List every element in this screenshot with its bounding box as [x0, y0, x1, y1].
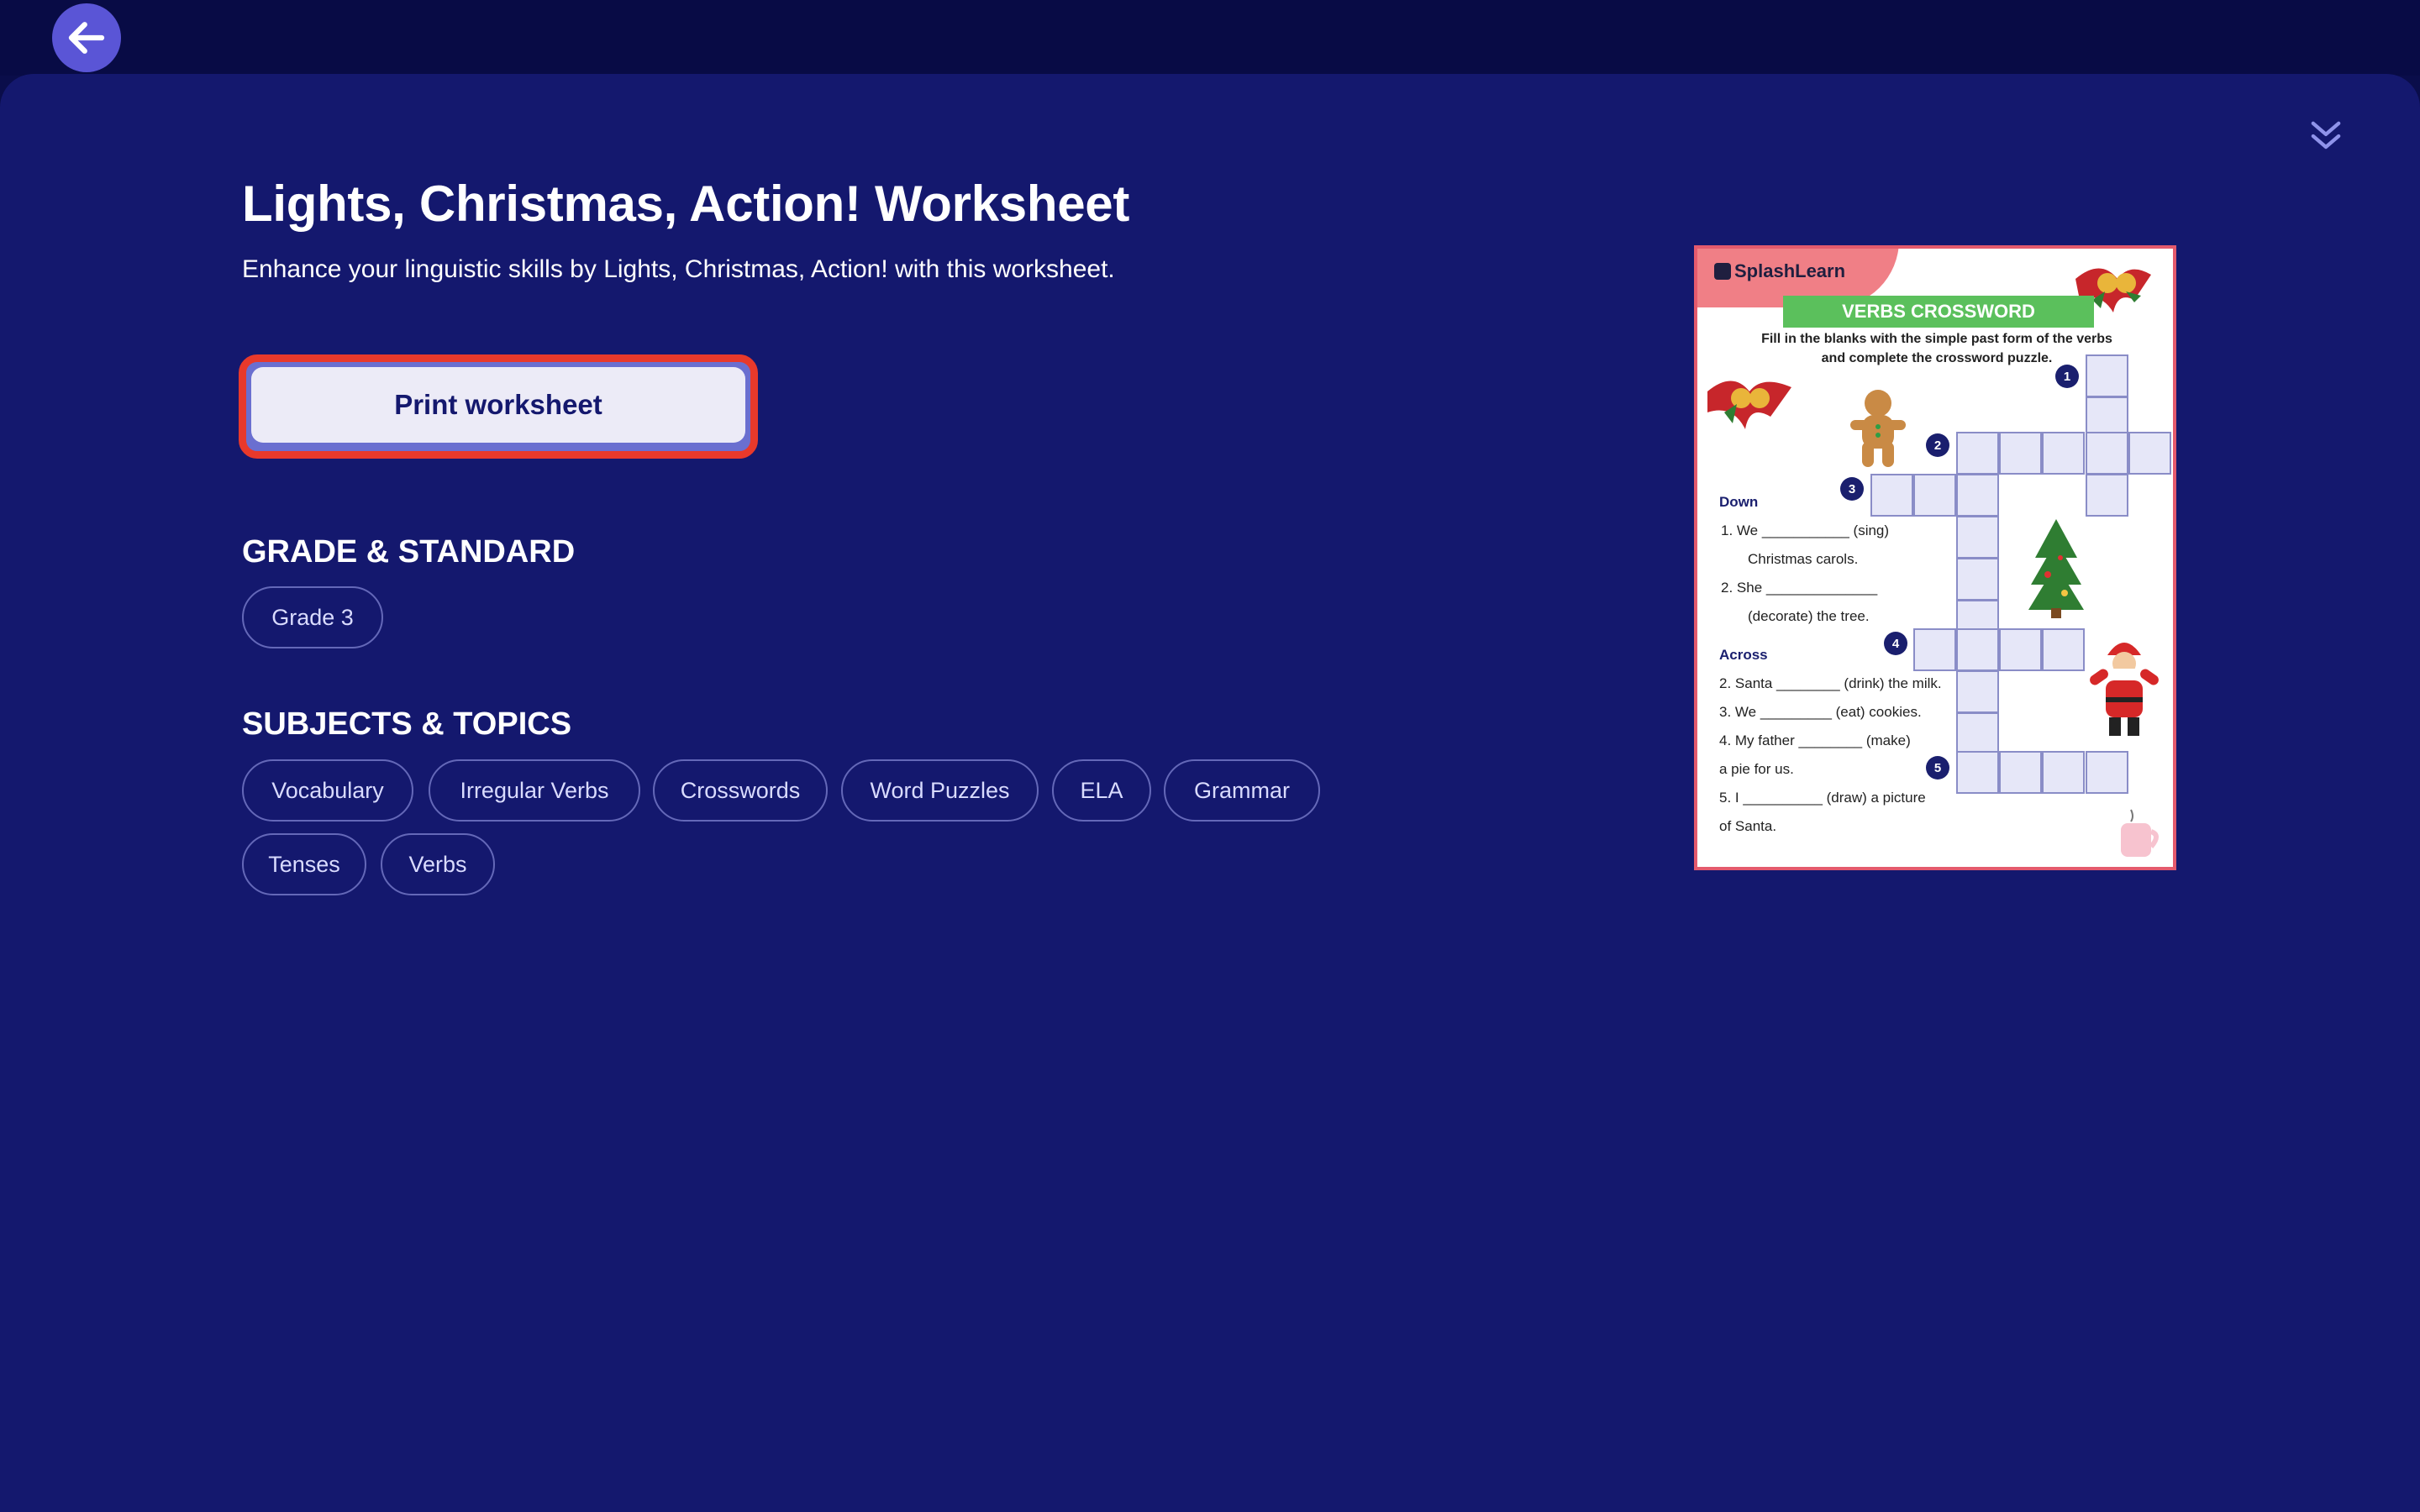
christmas-tree-icon — [2028, 519, 2084, 618]
chip-grammar[interactable]: Grammar — [1164, 759, 1320, 822]
preview-banner: VERBS CROSSWORD — [1783, 296, 2094, 328]
clue-number-1: 1 — [2055, 365, 2079, 388]
chip-grade-3[interactable]: Grade 3 — [242, 586, 383, 648]
subjects-section-heading: SUBJECTS & TOPICS — [242, 706, 572, 742]
across-clue: 4. My father ________ (make) — [1719, 732, 1911, 748]
arrow-left-icon — [68, 22, 105, 54]
back-button[interactable] — [52, 3, 121, 72]
page-title: Lights, Christmas, Action! Worksheet — [242, 176, 1130, 232]
page-description: Enhance your linguistic skills by Lights… — [242, 255, 1115, 283]
across-clues-heading: Across — [1719, 647, 1768, 663]
across-clue: 3. We _________ (eat) cookies. — [1719, 704, 1922, 720]
holly-bells-icon — [1707, 381, 1791, 429]
chip-crosswords[interactable]: Crosswords — [653, 759, 828, 822]
preview-brand-logo: SplashLearn — [1714, 260, 1845, 282]
clue-number-3: 3 — [1840, 477, 1864, 501]
clue-number-2: 2 — [1926, 433, 1949, 457]
worksheet-detail-panel: Lights, Christmas, Action! Worksheet Enh… — [0, 74, 2420, 1512]
down-clue: (decorate) the tree. — [1748, 608, 1870, 624]
grade-section-heading: GRADE & STANDARD — [242, 534, 576, 570]
chip-verbs[interactable]: Verbs — [381, 833, 495, 895]
brand-mark-icon — [1714, 263, 1731, 280]
across-clue: a pie for us. — [1719, 761, 1794, 777]
chip-tenses[interactable]: Tenses — [242, 833, 366, 895]
hot-cocoa-mug-icon — [2121, 809, 2159, 857]
santa-claus-icon — [2090, 643, 2159, 736]
preview-instructions: Fill in the blanks with the simple past … — [1761, 332, 2112, 365]
down-clue: 2. She ______________ — [1721, 580, 1878, 596]
print-worksheet-label: Print worksheet — [251, 367, 745, 443]
down-clues-heading: Down — [1719, 494, 1759, 510]
worksheet-preview-image[interactable]: SplashLearn VERBS CROSSWORD Fill in the … — [1694, 245, 2176, 870]
gingerbread-man-icon — [1850, 390, 1906, 467]
down-clue: Christmas carols. — [1748, 551, 1859, 567]
print-worksheet-button[interactable]: Print worksheet — [239, 354, 758, 459]
down-clue: 1. We ___________ (sing) — [1721, 522, 1890, 538]
chip-vocabulary[interactable]: Vocabulary — [242, 759, 413, 822]
chip-irregular-verbs[interactable]: Irregular Verbs — [429, 759, 640, 822]
across-clue: 2. Santa ________ (drink) the milk. — [1719, 675, 1942, 691]
chip-word-puzzles[interactable]: Word Puzzles — [841, 759, 1039, 822]
clue-number-5: 5 — [1926, 756, 1949, 780]
across-clue: 5. I __________ (draw) a picture — [1719, 790, 1926, 806]
double-chevron-down-icon[interactable] — [2304, 114, 2348, 158]
across-clue: of Santa. — [1719, 818, 1777, 834]
clue-number-4: 4 — [1884, 632, 1907, 655]
top-bar — [0, 0, 2420, 76]
chip-ela[interactable]: ELA — [1052, 759, 1151, 822]
